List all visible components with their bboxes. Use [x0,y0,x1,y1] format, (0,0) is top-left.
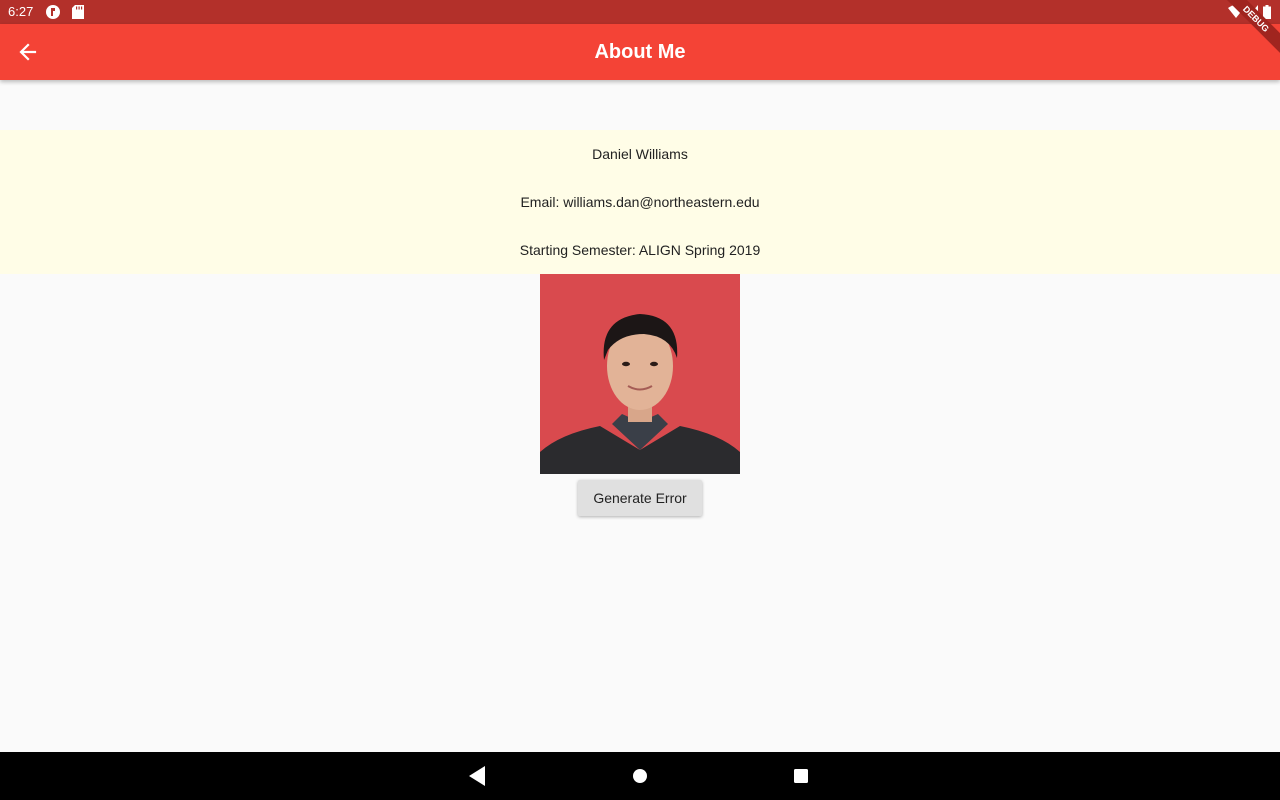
sd-card-icon [72,5,84,19]
profile-name: Daniel Williams [592,146,688,162]
profile-semester: Starting Semester: ALIGN Spring 2019 [519,242,761,258]
status-bar: 6:27 [0,0,1280,24]
profile-info-panel: Daniel Williams Email: williams.dan@nort… [0,130,1280,274]
profile-photo-illustration [540,274,740,474]
flutter-icon [46,5,60,19]
home-circle-icon[interactable] [632,766,648,786]
navigation-bar [0,752,1280,800]
debug-banner: DEBUG [1220,0,1280,60]
generate-error-button[interactable]: Generate Error [578,480,702,516]
profile-email: Email: williams.dan@northeastern.edu [520,194,760,210]
status-time: 6:27 [8,4,34,19]
back-triangle-icon[interactable] [469,766,485,786]
app-bar: About Me [0,24,1280,80]
recents-square-icon[interactable] [793,766,809,786]
profile-photo [540,274,740,474]
page-title: About Me [594,41,686,63]
debug-banner-label: DEBUG [1220,0,1280,60]
